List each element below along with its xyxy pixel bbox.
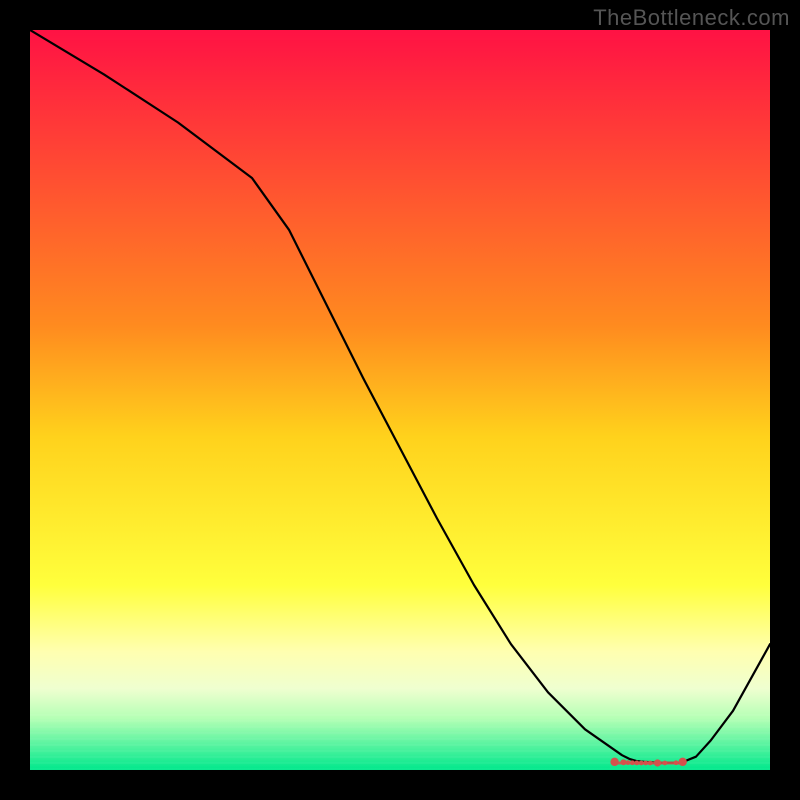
plot-area: [30, 30, 770, 770]
gradient-bg: [30, 30, 770, 770]
chart-frame: TheBottleneck.com: [0, 0, 800, 800]
chart-svg: [30, 30, 770, 770]
watermark-text: TheBottleneck.com: [593, 5, 790, 31]
marker-connector: [615, 761, 683, 764]
